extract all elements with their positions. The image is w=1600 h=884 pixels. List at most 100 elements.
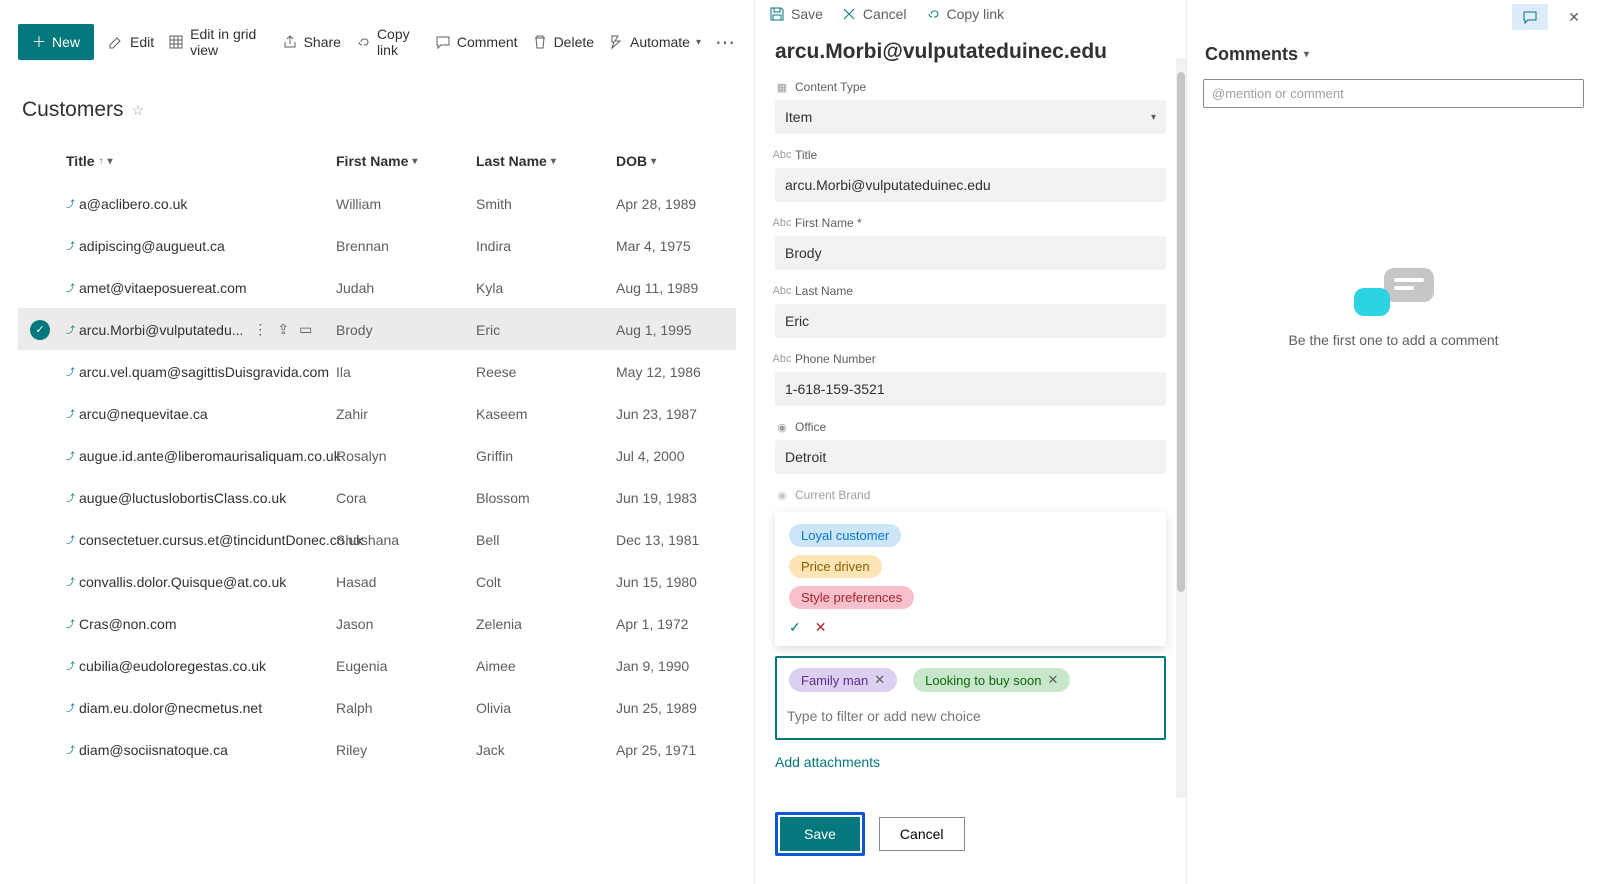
cell-title[interactable]: ⤴adipiscing@augueut.ca [66, 238, 336, 254]
edit-button[interactable]: Edit [108, 34, 154, 50]
choice-icon: ◉ [775, 420, 789, 434]
cell-title[interactable]: ⤴Cras@non.com [66, 616, 336, 632]
row-select[interactable] [30, 488, 50, 508]
col-dob[interactable]: DOB ▾ [616, 153, 736, 169]
row-select[interactable] [30, 404, 50, 424]
table-row[interactable]: ⤴diam@sociisnatoque.caRileyJackApr 25, 1… [18, 728, 736, 770]
table-row[interactable]: ✓⤴arcu.Morbi@vulputatedu...⋮⇪▭BrodyEricA… [18, 308, 736, 350]
row-select[interactable] [30, 530, 50, 550]
row-select[interactable] [30, 740, 50, 760]
choice-option[interactable]: Style preferences [789, 586, 914, 609]
share-button[interactable]: Share [282, 34, 341, 50]
comment-button[interactable]: Comment [435, 34, 518, 50]
cell-title[interactable]: ⤴augue@luctuslobortisClass.co.uk [66, 490, 336, 506]
table-row[interactable]: ⤴augue.id.ante@liberomaurisaliquam.co.uk… [18, 434, 736, 476]
title-input[interactable]: arcu.Morbi@vulputateduinec.edu [775, 168, 1166, 202]
cell-title[interactable]: ⤴augue.id.ante@liberomaurisaliquam.co.uk [66, 448, 336, 464]
table-row[interactable]: ⤴consectetuer.cursus.et@tinciduntDonec.c… [18, 518, 736, 560]
cell-title[interactable]: ⤴arcu.vel.quam@sagittisDuisgravida.com [66, 364, 336, 380]
delete-button[interactable]: Delete [532, 34, 594, 50]
row-select[interactable]: ✓ [30, 320, 50, 340]
save-button[interactable]: Save [780, 817, 860, 851]
cell-title[interactable]: ⤴amet@vitaeposuereat.com [66, 280, 336, 296]
row-select[interactable] [30, 614, 50, 634]
col-first-name[interactable]: First Name ▾ [336, 153, 476, 169]
comments-toggle-icon[interactable] [1512, 4, 1548, 30]
cell-title[interactable]: ⤴convallis.dolor.Quisque@at.co.uk [66, 574, 336, 590]
table-row[interactable]: ⤴arcu.vel.quam@sagittisDuisgravida.comIl… [18, 350, 736, 392]
col-title[interactable]: Title ↑ ▾ [66, 153, 336, 169]
row-share-icon[interactable]: ⇪ [277, 321, 289, 338]
selected-choice-chip[interactable]: Looking to buy soon✕ [913, 668, 1070, 692]
table-row[interactable]: ⤴Cras@non.comJasonZeleniaApr 1, 1972 [18, 602, 736, 644]
row-select[interactable] [30, 698, 50, 718]
panel-copy-link-button[interactable]: Copy link [925, 6, 1005, 22]
row-select[interactable] [30, 572, 50, 592]
close-panel-button[interactable]: ✕ [1556, 4, 1592, 30]
star-icon[interactable]: ☆ [132, 102, 145, 119]
new-button[interactable]: ＋ New [18, 24, 94, 60]
grid-rows: ⤴a@aclibero.co.ukWilliamSmithApr 28, 198… [18, 182, 736, 770]
automate-button[interactable]: Automate ▾ [608, 34, 701, 50]
row-select[interactable] [30, 362, 50, 382]
row-select[interactable] [30, 236, 50, 256]
link-indicator-icon: ⤴ [66, 449, 75, 462]
panel-save-button[interactable]: Save [769, 6, 823, 22]
more-button[interactable]: ⋯ [715, 30, 736, 55]
row-select[interactable] [30, 446, 50, 466]
last-name-input[interactable]: Eric [775, 304, 1166, 338]
col-last-name[interactable]: Last Name ▾ [476, 153, 616, 169]
table-row[interactable]: ⤴convallis.dolor.Quisque@at.co.ukHasadCo… [18, 560, 736, 602]
row-select[interactable] [30, 194, 50, 214]
selected-choice-chip[interactable]: Family man✕ [789, 668, 897, 692]
add-attachments-link[interactable]: Add attachments [775, 754, 1166, 770]
panel-cancel-button[interactable]: Cancel [841, 6, 907, 22]
scrollbar-thumb[interactable] [1177, 72, 1185, 592]
table-row[interactable]: ⤴adipiscing@augueut.caBrennanIndiraMar 4… [18, 224, 736, 266]
first-name-input[interactable]: Brody [775, 236, 1166, 270]
cell-title[interactable]: ⤴cubilia@eudoloregestas.co.uk [66, 658, 336, 674]
row-select[interactable] [30, 656, 50, 676]
row-comment-icon[interactable]: ▭ [299, 321, 312, 338]
cell-title[interactable]: ⤴a@aclibero.co.uk [66, 196, 336, 212]
comments-header: ✕ [1187, 0, 1600, 34]
copy-link-button[interactable]: Copy link [355, 26, 421, 58]
comments-panel: ✕ Comments ▾ @mention or comment Be the … [1186, 0, 1600, 884]
table-row[interactable]: ⤴a@aclibero.co.ukWilliamSmithApr 28, 198… [18, 182, 736, 224]
table-row[interactable]: ⤴amet@vitaeposuereat.comJudahKylaAug 11,… [18, 266, 736, 308]
confirm-choice-button[interactable]: ✓ [789, 619, 801, 636]
row-more-icon[interactable]: ⋮ [253, 321, 267, 338]
cell-title[interactable]: ⤴arcu@nequevitae.ca [66, 406, 336, 422]
cell-title[interactable]: ⤴diam.eu.dolor@necmetus.net [66, 700, 336, 716]
cancel-choice-button[interactable]: ✕ [815, 619, 827, 636]
comments-input[interactable]: @mention or comment [1203, 79, 1584, 108]
cell-last-name: Blossom [476, 490, 616, 506]
choice-option[interactable]: Price driven [789, 555, 882, 578]
label-content-type: ▦Content Type [775, 80, 1166, 94]
label-current-brand: ◉Current Brand [775, 488, 1166, 502]
choice-input[interactable]: Family man✕ Looking to buy soon✕ [775, 656, 1166, 740]
cell-title[interactable]: ⤴diam@sociisnatoque.ca [66, 742, 336, 758]
remove-chip-icon[interactable]: ✕ [874, 672, 885, 688]
table-row[interactable]: ⤴arcu@nequevitae.caZahirKaseemJun 23, 19… [18, 392, 736, 434]
cell-title[interactable]: ⤴consectetuer.cursus.et@tinciduntDonec.c… [66, 532, 336, 548]
remove-chip-icon[interactable]: ✕ [1047, 672, 1058, 688]
panel-scrollbar[interactable] [1176, 58, 1186, 798]
phone-input[interactable]: 1-618-159-3521 [775, 372, 1166, 406]
choice-filter-input[interactable] [785, 702, 1156, 730]
panel-body[interactable]: arcu.Morbi@vulputateduinec.edu ▦Content … [755, 28, 1186, 798]
cell-last-name: Smith [476, 196, 616, 212]
cell-title[interactable]: ⤴arcu.Morbi@vulputatedu...⋮⇪▭ [66, 321, 336, 338]
table-row[interactable]: ⤴cubilia@eudoloregestas.co.ukEugeniaAime… [18, 644, 736, 686]
row-select[interactable] [30, 278, 50, 298]
table-row[interactable]: ⤴diam.eu.dolor@necmetus.netRalphOliviaJu… [18, 686, 736, 728]
choice-option[interactable]: Loyal customer [789, 524, 901, 547]
office-input[interactable]: Detroit [775, 440, 1166, 474]
cell-first-name: Jason [336, 616, 476, 632]
table-row[interactable]: ⤴augue@luctuslobortisClass.co.ukCoraBlos… [18, 476, 736, 518]
edit-grid-button[interactable]: Edit in grid view [168, 26, 267, 58]
layout-icon: ▦ [775, 80, 789, 94]
cancel-button[interactable]: Cancel [879, 817, 965, 851]
chevron-down-icon[interactable]: ▾ [1304, 49, 1309, 60]
content-type-select[interactable]: Item▾ [775, 100, 1166, 134]
